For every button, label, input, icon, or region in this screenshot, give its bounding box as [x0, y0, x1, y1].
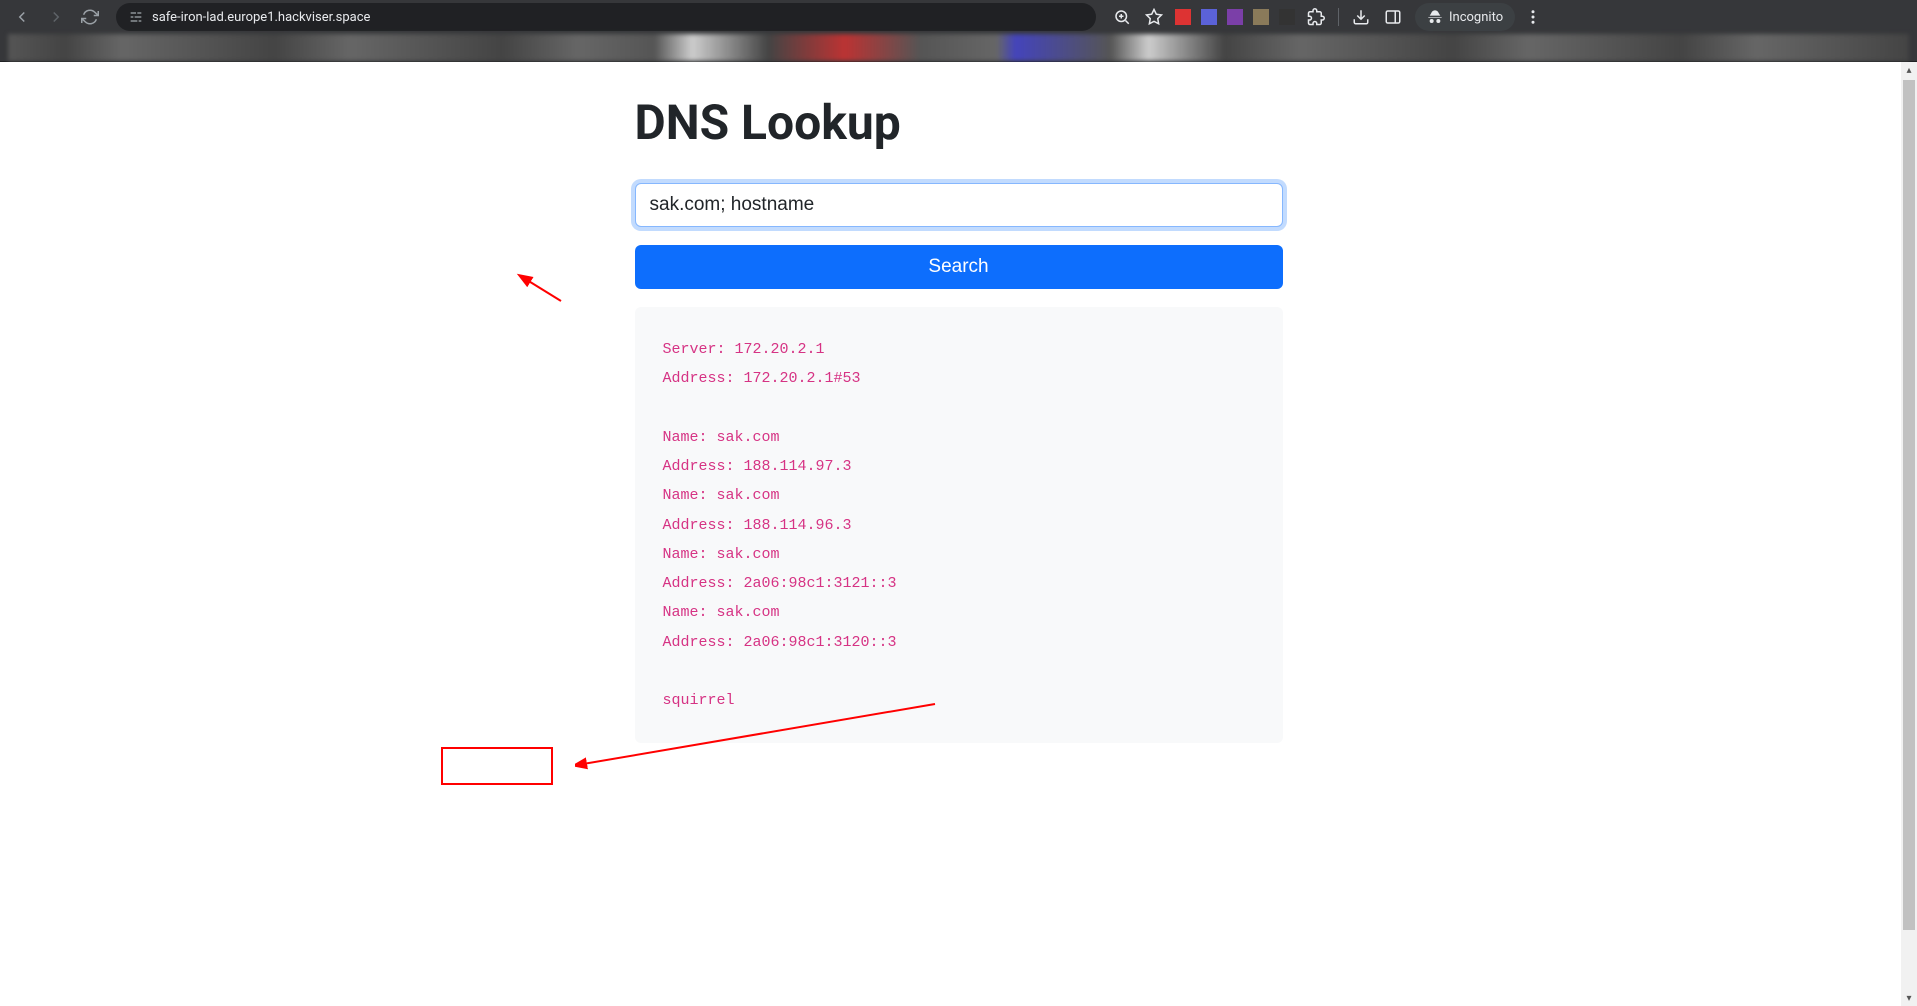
highlight-box-squirrel [441, 747, 553, 785]
extensions-puzzle-icon[interactable] [1302, 3, 1330, 31]
toolbar-right: Incognito [1108, 3, 1547, 31]
menu-dots-icon[interactable] [1519, 3, 1547, 31]
address-bar[interactable]: safe-iron-lad.europe1.hackviser.space [116, 3, 1096, 31]
incognito-label: Incognito [1449, 10, 1503, 25]
page-viewport: DNS Lookup Search Server: 172.20.2.1 Add… [0, 62, 1917, 1006]
scroll-down-arrow[interactable]: ▾ [1901, 990, 1917, 1006]
forward-button[interactable] [42, 3, 70, 31]
dns-output: Server: 172.20.2.1 Address: 172.20.2.1#5… [635, 307, 1283, 743]
scroll-up-arrow[interactable]: ▴ [1901, 62, 1917, 78]
reload-button[interactable] [76, 3, 104, 31]
extension-icon[interactable] [1253, 9, 1269, 25]
search-button[interactable]: Search [635, 245, 1283, 289]
page-title: DNS Lookup [635, 94, 1283, 151]
zoom-icon[interactable] [1108, 3, 1136, 31]
extension-icon[interactable] [1227, 9, 1243, 25]
site-settings-icon[interactable] [128, 9, 144, 25]
side-panel-icon[interactable] [1379, 3, 1407, 31]
bookmark-star-icon[interactable] [1140, 3, 1168, 31]
url-text: safe-iron-lad.europe1.hackviser.space [152, 10, 1084, 25]
arrow-annotation-input [521, 276, 561, 310]
back-button[interactable] [8, 3, 36, 31]
bookmarks-bar [0, 34, 1917, 62]
extension-icon[interactable] [1175, 9, 1191, 25]
scrollbar-thumb[interactable] [1903, 80, 1915, 930]
vertical-scrollbar[interactable]: ▴ ▾ [1901, 62, 1917, 1006]
browser-toolbar: safe-iron-lad.europe1.hackviser.space In… [0, 0, 1917, 34]
incognito-badge[interactable]: Incognito [1415, 3, 1515, 31]
download-icon[interactable] [1347, 3, 1375, 31]
extension-icon[interactable] [1201, 9, 1217, 25]
extension-icon[interactable] [1279, 9, 1295, 25]
domain-input[interactable] [635, 183, 1283, 227]
main-container: DNS Lookup Search Server: 172.20.2.1 Add… [635, 62, 1283, 743]
bookmarks-blurred [8, 34, 1909, 61]
